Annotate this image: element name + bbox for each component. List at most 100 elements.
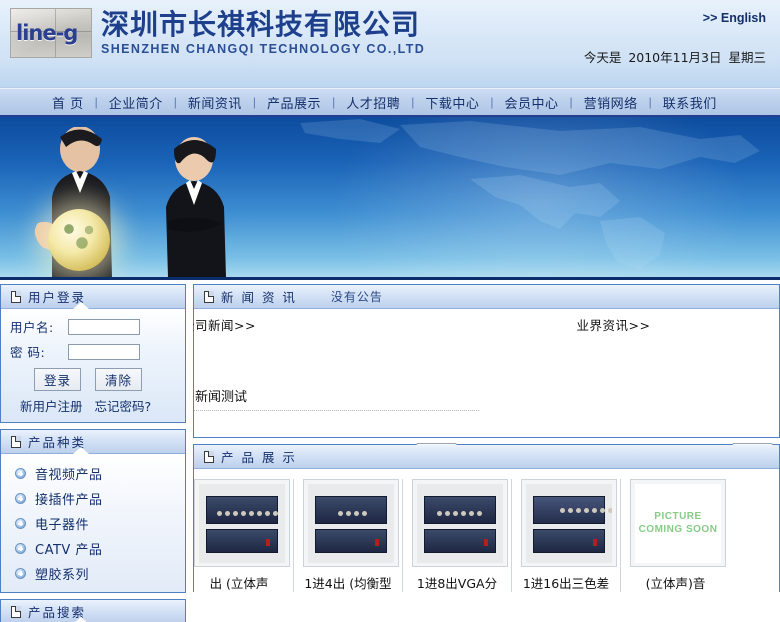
nav-separator: | [174, 95, 177, 109]
product-caption: 出 (立体声 [194, 573, 284, 592]
username-row: 用户名: [10, 317, 176, 336]
clear-button[interactable]: 清除 [95, 368, 142, 391]
login-panel-header: 用户登录 [1, 285, 185, 309]
document-icon [11, 436, 21, 448]
category-label: CATV 产品 [35, 539, 102, 558]
nav-item-contact[interactable]: 联系我们 [663, 93, 717, 112]
product-search-panel-header: 产品搜索 [1, 600, 185, 622]
panel-notch [73, 302, 89, 309]
categories-panel: 产品种类 音视频产品 接插件产品 电子器件 [0, 429, 186, 593]
product-caption: 1进16出三色差 [521, 573, 611, 592]
today-weekday: 星期三 [728, 50, 766, 65]
product-image [199, 484, 285, 563]
document-icon [204, 451, 214, 463]
today-label: 今天是 [584, 50, 622, 65]
login-panel: 用户登录 用户名: 密 码: 登录 清除 [0, 284, 186, 423]
products-panel-title: 产 品 展 示 [221, 447, 297, 466]
nav-separator: | [253, 95, 256, 109]
category-label: 音视频产品 [35, 464, 103, 483]
plus-icon [15, 493, 26, 504]
category-item-plastics[interactable]: 塑胶系列 [1, 561, 185, 586]
main-navigation: 首 页 | 企业简介 | 新闻资讯 | 产品展示 | 人才招聘 | 下载中心 |… [0, 88, 780, 117]
products-row: 出 (立体声 1进4出 (均衡型 [194, 479, 779, 592]
category-label: 电子器件 [35, 514, 89, 533]
product-thumbnail-frame: PICTURE COMING SOON [630, 479, 726, 567]
nav-item-recruitment[interactable]: 人才招聘 [346, 93, 400, 112]
industry-news-heading[interactable]: 业界资讯>> [577, 309, 780, 334]
product-image [417, 484, 503, 563]
product-image-placeholder: PICTURE COMING SOON [635, 484, 721, 563]
news-panel-header: 新 闻 资 讯 没有公告 [194, 285, 779, 309]
nav-item-about[interactable]: 企业简介 [109, 93, 163, 112]
nav-separator: | [649, 95, 652, 109]
product-image [308, 484, 394, 563]
login-buttons: 登录 清除 [34, 368, 176, 391]
product-thumbnail-frame [303, 479, 399, 567]
login-links: 新用户注册 忘记密码? [20, 396, 176, 415]
username-input[interactable] [68, 319, 140, 335]
hero-banner: 卓越 专业制造 [0, 117, 780, 280]
categories-panel-header: 产品种类 [1, 430, 185, 454]
page-content: 用户登录 用户名: 密 码: 登录 清除 [0, 280, 780, 615]
products-grid: 出 (立体声 1进4出 (均衡型 [194, 469, 779, 592]
placeholder-line-2: COMING SOON [639, 523, 718, 536]
sidebar: 用户登录 用户名: 密 码: 登录 清除 [0, 280, 186, 615]
site-logo[interactable]: line-g 深圳市长祺科技有限公司 SHENZHEN CHANGQI TECH… [10, 8, 425, 58]
product-thumbnail-frame [412, 479, 508, 567]
forgot-password-link[interactable]: 忘记密码? [95, 396, 152, 415]
page-root: line-g 深圳市长祺科技有限公司 SHENZHEN CHANGQI TECH… [0, 0, 780, 622]
nav-item-products[interactable]: 产品展示 [267, 93, 321, 112]
nav-separator: | [332, 95, 335, 109]
nav-item-members[interactable]: 会员中心 [504, 93, 558, 112]
nav-item-home[interactable]: 首 页 [52, 93, 84, 112]
product-caption: 1进8出VGA分 [412, 573, 502, 592]
dotted-divider [193, 410, 479, 411]
category-item-catv[interactable]: CATV 产品 [1, 536, 185, 561]
products-panel: 产 品 展 示 出 (立体声 [193, 444, 780, 592]
product-cell[interactable]: 1进16出三色差 [521, 479, 621, 592]
nav-separator: | [490, 95, 493, 109]
nav-separator: | [411, 95, 414, 109]
news-column-industry: 业界资讯>> [487, 309, 780, 405]
person-female-silhouette [140, 135, 250, 277]
nav-separator: | [569, 95, 572, 109]
nav-separator: | [95, 95, 98, 109]
nav-item-downloads[interactable]: 下载中心 [425, 93, 479, 112]
english-language-link[interactable]: >> English [703, 11, 766, 25]
news-column-company: 公司新闻>> 新闻测试 [194, 309, 487, 405]
login-form: 用户名: 密 码: 登录 清除 新用户注册 忘记密码? [1, 309, 185, 422]
category-label: 接插件产品 [35, 489, 103, 508]
register-link[interactable]: 新用户注册 [20, 396, 83, 415]
company-news-heading[interactable]: 公司新闻>> [193, 309, 487, 334]
product-search-panel: 产品搜索 [0, 599, 186, 622]
username-label: 用户名: [10, 317, 68, 336]
document-icon [204, 291, 214, 303]
panel-notch [73, 617, 89, 622]
news-list-item[interactable]: 新闻测试 [193, 386, 487, 405]
product-cell[interactable]: 1进4出 (均衡型 [303, 479, 403, 592]
products-panel-header: 产 品 展 示 [194, 445, 779, 469]
image-coming-soon: PICTURE COMING SOON [635, 484, 721, 563]
login-button[interactable]: 登录 [34, 368, 81, 391]
news-item-link[interactable]: 新闻测试 [195, 386, 247, 405]
category-item-av[interactable]: 音视频产品 [1, 461, 185, 486]
news-panel: 新 闻 资 讯 没有公告 公司新闻>> 新闻测试 [193, 284, 780, 438]
password-input[interactable] [68, 344, 140, 360]
globe-icon [48, 209, 110, 271]
product-cell[interactable]: 出 (立体声 [194, 479, 294, 592]
product-image [526, 484, 612, 563]
password-label: 密 码: [10, 342, 68, 361]
document-icon [11, 606, 21, 618]
category-item-electronics[interactable]: 电子器件 [1, 511, 185, 536]
panel-notch [73, 447, 89, 454]
banner-glow [330, 117, 750, 280]
product-caption: (立体声)音 [630, 573, 721, 592]
category-item-connectors[interactable]: 接插件产品 [1, 486, 185, 511]
product-thumbnail-frame [521, 479, 617, 567]
product-cell[interactable]: 1进8出VGA分 [412, 479, 512, 592]
nav-item-news[interactable]: 新闻资讯 [188, 93, 242, 112]
nav-item-network[interactable]: 营销网络 [584, 93, 638, 112]
company-name-cn: 深圳市长祺科技有限公司 [101, 11, 425, 39]
product-caption: 1进4出 (均衡型 [303, 573, 393, 592]
product-cell[interactable]: PICTURE COMING SOON (立体声)音 [630, 479, 730, 592]
